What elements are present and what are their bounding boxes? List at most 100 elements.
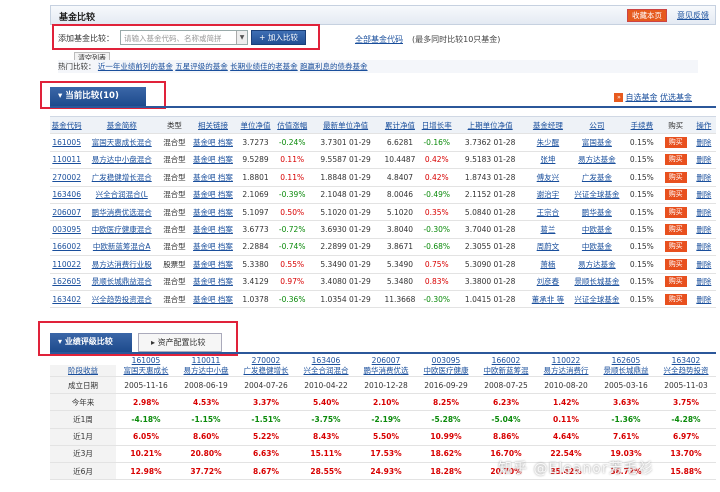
company-link-text[interactable]: 景顺长城基金	[574, 277, 619, 286]
company-link[interactable]: 鹏华基金	[569, 203, 624, 222]
fund-name-link[interactable]: 兴全合润混合(L	[83, 186, 161, 204]
related-links-text[interactable]: 基金吧 档案	[193, 190, 233, 199]
related-links-text[interactable]: 基金吧 档案	[193, 225, 233, 234]
delete-link[interactable]: 删除	[696, 190, 711, 199]
feedback-link[interactable]: 意见反馈	[677, 10, 709, 21]
related-links-text[interactable]: 基金吧 档案	[193, 173, 233, 182]
company-link[interactable]: 富国基金	[569, 133, 624, 152]
fund-name-link-text[interactable]: 易方达消费行业股	[92, 260, 152, 269]
fund-name-link-text[interactable]: 兴全趋势投资混合	[92, 295, 152, 304]
fund-code-link[interactable]: 163402	[50, 290, 84, 309]
related-links[interactable]: 基金吧 档案	[188, 220, 238, 239]
related-links[interactable]: 基金吧 档案	[188, 186, 238, 204]
fund-name-link-text[interactable]: 中欧医疗健康混合	[92, 225, 152, 234]
hot-link[interactable]: 五星评级的基金	[175, 62, 228, 71]
company-link[interactable]: 易方达基金	[569, 255, 624, 274]
related-links-text[interactable]: 基金吧 档案	[193, 155, 233, 164]
self-select-link[interactable]: 自选基金	[625, 93, 657, 102]
related-links[interactable]: 基金吧 档案	[188, 255, 238, 274]
fund-manager-link[interactable]: 刘彦春	[526, 273, 570, 291]
buy-button[interactable]: 购买	[664, 224, 687, 236]
fund-name-link[interactable]: 景顺长城鼎益混合	[83, 273, 161, 291]
company-link-text[interactable]: 兴证全球基金	[574, 295, 619, 304]
fund-manager-link[interactable]: 葛兰	[526, 220, 570, 239]
fund-name-link[interactable]: 易方达消费行业股	[83, 255, 161, 274]
buy-button[interactable]: 购买	[664, 293, 687, 305]
favorite-button[interactable]: 收藏本页	[627, 9, 667, 22]
fund-name-link[interactable]: 广发稳健增长混合	[83, 168, 161, 187]
fund-code-link[interactable]: 163406	[50, 186, 84, 204]
fund-code-link-text[interactable]: 161005	[52, 138, 81, 147]
related-links[interactable]: 基金吧 档案	[188, 238, 238, 257]
perf-fund-code[interactable]: 003095	[416, 355, 476, 365]
fund-code-link-text[interactable]: 110011	[52, 155, 81, 164]
fund-name-link-text[interactable]: 易方达中小盘混合	[92, 155, 152, 164]
company-link[interactable]: 中欧基金	[569, 238, 624, 257]
perf-fund-name[interactable]: 鹏华消费优选	[356, 365, 416, 377]
fund-manager-link-text[interactable]: 朱少醒	[537, 138, 560, 147]
perf-fund-code[interactable]: 163406	[296, 355, 356, 365]
buy-button[interactable]: 购买	[664, 137, 687, 149]
related-links[interactable]: 基金吧 档案	[188, 273, 238, 291]
fund-code-link[interactable]: 110011	[50, 151, 84, 170]
fund-code-link-text[interactable]: 110022	[52, 260, 81, 269]
fund-code-link-text[interactable]: 162605	[52, 277, 81, 286]
fund-name-link-text[interactable]: 景顺长城鼎益混合	[92, 277, 152, 286]
fund-code-link-text[interactable]: 163402	[52, 295, 81, 304]
company-link[interactable]: 易方达基金	[569, 151, 624, 170]
related-links-text[interactable]: 基金吧 档案	[193, 260, 233, 269]
fund-name-link[interactable]: 中欧新蓝筹混合A	[83, 238, 161, 257]
chevron-down-icon[interactable]: ▼	[236, 31, 247, 44]
buy-button[interactable]: 购买	[664, 276, 687, 288]
delete-link[interactable]: 删除	[696, 242, 711, 251]
related-links-text[interactable]: 基金吧 档案	[193, 138, 233, 147]
fund-name-link-text[interactable]: 鹏华消费优选混合	[92, 208, 152, 217]
perf-fund-name[interactable]: 富国天惠成长	[116, 365, 176, 377]
tab-current-compare[interactable]: ▾ 当前比较(10)	[50, 87, 146, 106]
company-link-text[interactable]: 中欧基金	[582, 225, 612, 234]
fund-code-link-text[interactable]: 163406	[52, 190, 81, 199]
delete-link[interactable]: 删除	[696, 277, 711, 286]
fund-name-link[interactable]: 鹏华消费优选混合	[83, 203, 161, 222]
fund-name-link-text[interactable]: 中欧新蓝筹混合A	[93, 242, 151, 251]
fund-manager-link[interactable]: 朱少醒	[526, 133, 570, 152]
company-link[interactable]: 广发基金	[569, 168, 624, 187]
fund-code-link[interactable]: 270002	[50, 168, 84, 187]
fund-manager-link[interactable]: 周蔚文	[526, 238, 570, 257]
company-link[interactable]: 中欧基金	[569, 220, 624, 239]
fund-manager-link[interactable]: 傅友兴	[526, 168, 570, 187]
delete-link[interactable]: 删除	[696, 138, 711, 147]
company-link-text[interactable]: 鹏华基金	[582, 208, 612, 217]
perf-fund-code[interactable]: 161005	[116, 355, 176, 365]
related-links-text[interactable]: 基金吧 档案	[193, 295, 233, 304]
delete-link[interactable]: 删除	[696, 155, 711, 164]
perf-fund-code[interactable]: 110011	[176, 355, 236, 365]
company-link-text[interactable]: 中欧基金	[582, 242, 612, 251]
add-compare-button[interactable]: + 加入比较	[251, 30, 306, 45]
related-links-text[interactable]: 基金吧 档案	[193, 277, 233, 286]
fund-manager-link-text[interactable]: 张坤	[540, 155, 555, 164]
company-link[interactable]: 兴证全球基金	[569, 290, 624, 309]
fund-code-link[interactable]: 110022	[50, 255, 84, 274]
related-links-text[interactable]: 基金吧 档案	[193, 242, 233, 251]
delete-link[interactable]: 删除	[696, 173, 711, 182]
fund-name-link-text[interactable]: 富国天惠成长混合	[92, 138, 152, 147]
fund-manager-link-text[interactable]: 葛兰	[540, 225, 555, 234]
delete-link[interactable]: 删除	[696, 225, 711, 234]
fund-manager-link[interactable]: 谢治宇	[526, 186, 570, 204]
company-link-text[interactable]: 富国基金	[582, 138, 612, 147]
related-links[interactable]: 基金吧 档案	[188, 151, 238, 170]
fund-name-link[interactable]: 兴全趋势投资混合	[83, 290, 161, 309]
hot-link[interactable]: 近一年业绩前列的基金	[98, 62, 173, 71]
perf-fund-code[interactable]: 166002	[476, 355, 536, 365]
fund-code-link[interactable]: 166002	[50, 238, 84, 257]
perf-fund-code[interactable]: 270002	[236, 355, 296, 365]
buy-button[interactable]: 购买	[664, 154, 687, 166]
fund-manager-link[interactable]: 王宗合	[526, 203, 570, 222]
fund-name-link[interactable]: 易方达中小盘混合	[83, 151, 161, 170]
fund-manager-link-text[interactable]: 傅友兴	[537, 173, 560, 182]
fund-code-link[interactable]: 206007	[50, 203, 84, 222]
buy-button[interactable]: 购买	[664, 189, 687, 201]
company-link[interactable]: 兴证全球基金	[569, 186, 624, 204]
company-link-text[interactable]: 广发基金	[582, 173, 612, 182]
